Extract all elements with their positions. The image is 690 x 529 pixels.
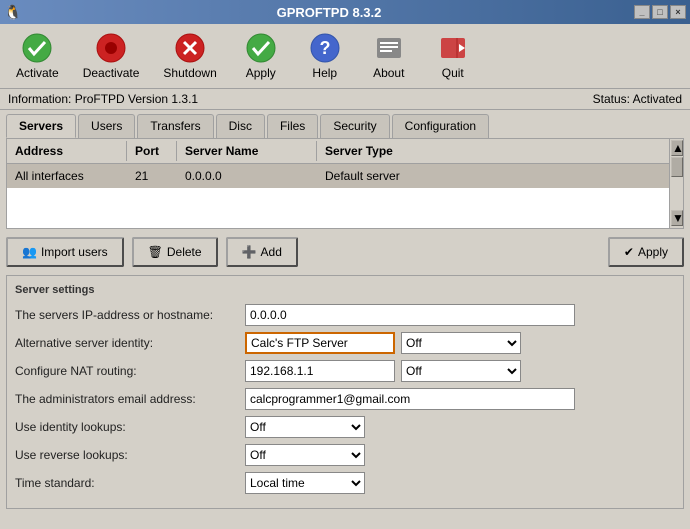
minimize-button[interactable]: _ (634, 5, 650, 19)
status-activated: Status: Activated (593, 92, 682, 106)
tab-servers[interactable]: Servers (6, 114, 76, 138)
deactivate-label: Deactivate (83, 66, 140, 80)
ip-address-row: The servers IP-address or hostname: (15, 304, 675, 326)
scrollbar-thumb[interactable] (671, 157, 683, 177)
window-icon: 🐧 (4, 4, 21, 21)
nat-routing-row: Configure NAT routing: Off (15, 360, 675, 382)
apply-button[interactable]: ✔ Apply (608, 237, 684, 267)
statusbar: Information: ProFTPD Version 1.3.1 Statu… (0, 89, 690, 110)
table-header: Address Port Server Name Server Type (7, 139, 683, 164)
settings-legend: Server settings (15, 284, 675, 296)
tab-users[interactable]: Users (78, 114, 135, 138)
import-users-button[interactable]: 👥 Import users (6, 237, 124, 267)
table-scrollbar[interactable]: ▲ ▼ (669, 139, 683, 228)
quit-label: Quit (442, 66, 464, 80)
quit-icon (437, 32, 469, 64)
apply-toolbar-icon (245, 32, 277, 64)
shutdown-icon (174, 32, 206, 64)
shutdown-button[interactable]: Shutdown (153, 28, 226, 84)
table-empty-area (7, 188, 669, 228)
col-port: Port (127, 141, 177, 161)
delete-label: Delete (167, 245, 202, 259)
tab-files[interactable]: Files (267, 114, 318, 138)
admin-email-label: The administrators email address: (15, 392, 245, 406)
about-label: About (373, 66, 404, 80)
alt-identity-select[interactable]: Off (401, 332, 521, 354)
about-button[interactable]: About (359, 28, 419, 84)
tab-transfers[interactable]: Transfers (137, 114, 213, 138)
import-users-icon: 👥 (22, 245, 37, 259)
server-table: Address Port Server Name Server Type All… (6, 138, 684, 229)
activate-label: Activate (16, 66, 59, 80)
identity-lookups-label: Use identity lookups: (15, 420, 245, 434)
identity-lookups-row: Use identity lookups: Off (15, 416, 675, 438)
import-users-label: Import users (41, 245, 108, 259)
tab-configuration[interactable]: Configuration (392, 114, 489, 138)
help-icon: ? (309, 32, 341, 64)
reverse-lookups-label: Use reverse lookups: (15, 448, 245, 462)
reverse-lookups-row: Use reverse lookups: Off (15, 444, 675, 466)
action-row: 👥 Import users 🗑 Delete ➕ Add ✔ Apply (0, 229, 690, 275)
admin-email-input[interactable] (245, 388, 575, 410)
cell-address: All interfaces (7, 166, 127, 186)
cell-server-type: Default server (317, 166, 669, 186)
cell-server-name: 0.0.0.0 (177, 166, 317, 186)
admin-email-row: The administrators email address: (15, 388, 675, 410)
col-server-name: Server Name (177, 141, 317, 161)
table-row[interactable]: All interfaces 21 0.0.0.0 Default server (7, 164, 669, 188)
status-info: Information: ProFTPD Version 1.3.1 (8, 92, 198, 106)
help-label: Help (312, 66, 337, 80)
alt-identity-row: Alternative server identity: Off (15, 332, 675, 354)
toolbar: Activate Deactivate Shutdown Apply (0, 24, 690, 89)
add-label: Add (261, 245, 282, 259)
about-icon (373, 32, 405, 64)
ip-address-input[interactable] (245, 304, 575, 326)
quit-button[interactable]: Quit (423, 28, 483, 84)
add-button[interactable]: ➕ Add (226, 237, 298, 267)
time-standard-select[interactable]: Local time (245, 472, 365, 494)
apply-toolbar-button[interactable]: Apply (231, 28, 291, 84)
reverse-lookups-select[interactable]: Off (245, 444, 365, 466)
settings-panel: Server settings The servers IP-address o… (6, 275, 684, 509)
apply-icon: ✔ (624, 245, 634, 259)
window-controls[interactable]: _ □ × (634, 5, 686, 19)
window-title: GPROFTPD 8.3.2 (24, 5, 634, 20)
nat-routing-select[interactable]: Off (401, 360, 521, 382)
close-button[interactable]: × (670, 5, 686, 19)
cell-port: 21 (127, 166, 177, 186)
col-address: Address (7, 141, 127, 161)
titlebar: 🐧 GPROFTPD 8.3.2 _ □ × (0, 0, 690, 24)
tab-security[interactable]: Security (320, 114, 389, 138)
time-standard-label: Time standard: (15, 476, 245, 490)
ip-address-label: The servers IP-address or hostname: (15, 308, 245, 322)
scrollbar-up-arrow[interactable]: ▲ (671, 140, 683, 156)
shutdown-label: Shutdown (163, 66, 216, 80)
nat-routing-label: Configure NAT routing: (15, 364, 245, 378)
delete-icon: 🗑 (148, 245, 163, 259)
apply-toolbar-label: Apply (246, 66, 276, 80)
deactivate-icon (95, 32, 127, 64)
tab-disc[interactable]: Disc (216, 114, 265, 138)
activate-icon (21, 32, 53, 64)
alt-identity-label: Alternative server identity: (15, 336, 245, 350)
delete-button[interactable]: 🗑 Delete (132, 237, 218, 267)
alt-identity-input[interactable] (245, 332, 395, 354)
maximize-button[interactable]: □ (652, 5, 668, 19)
apply-label: Apply (638, 245, 668, 259)
col-server-type: Server Type (317, 141, 683, 161)
activate-button[interactable]: Activate (6, 28, 69, 84)
nat-routing-input[interactable] (245, 360, 395, 382)
tabs-row: Servers Users Transfers Disc Files Secur… (0, 110, 690, 138)
deactivate-button[interactable]: Deactivate (73, 28, 150, 84)
help-button[interactable]: ? Help (295, 28, 355, 84)
scrollbar-down-arrow[interactable]: ▼ (671, 210, 683, 226)
svg-text:?: ? (319, 38, 330, 58)
identity-lookups-select[interactable]: Off (245, 416, 365, 438)
time-standard-row: Time standard: Local time (15, 472, 675, 494)
add-icon: ➕ (242, 245, 257, 259)
